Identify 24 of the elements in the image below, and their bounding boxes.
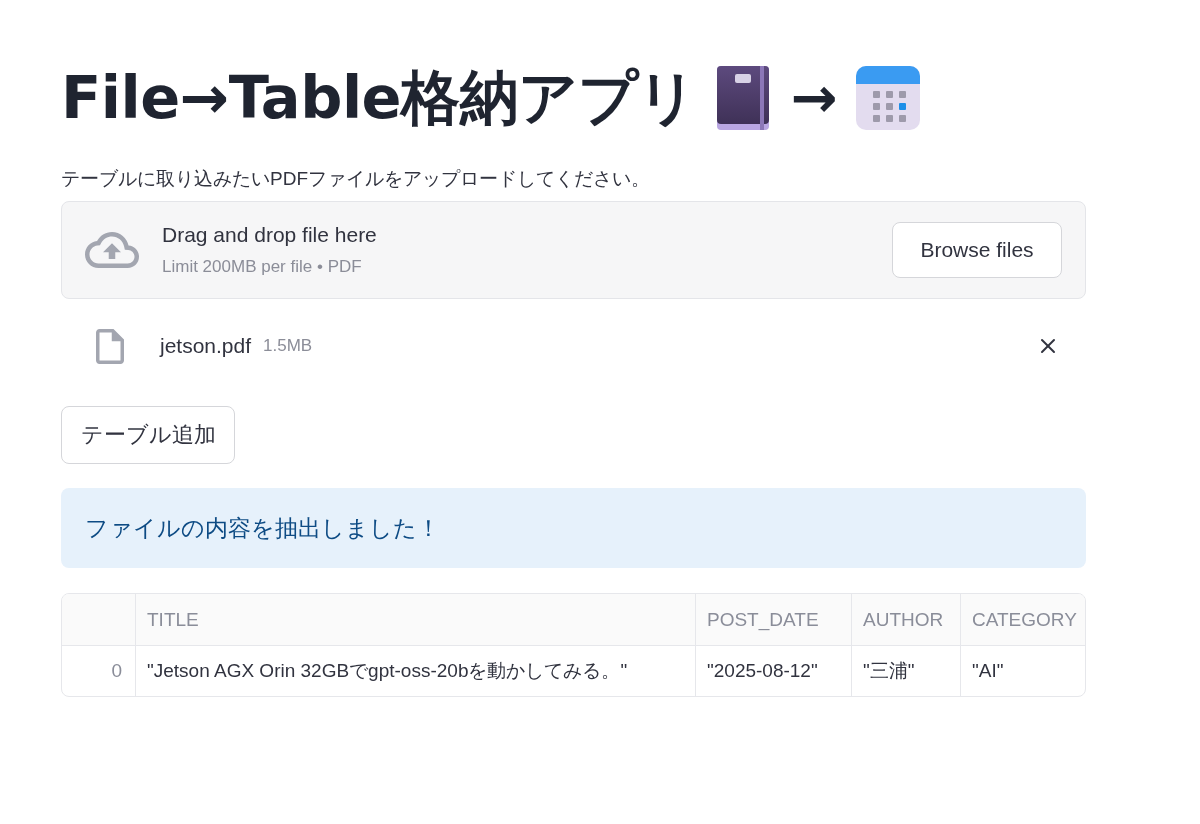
row-index: 0 (62, 646, 136, 696)
browse-files-button[interactable]: Browse files (892, 222, 1062, 278)
table-cell: "Jetson AGX Orin 32GBでgpt-oss-20bを動かしてみる。" (136, 646, 696, 696)
file-dropzone[interactable]: Drag and drop file here Limit 200MB per file • PDF Browse files (61, 201, 1086, 299)
cloud-upload-icon (85, 232, 139, 268)
page-title: File→Table格納アプリ (61, 62, 697, 134)
file-name: jetson.pdf (160, 334, 252, 358)
file-icon (96, 328, 124, 364)
upload-instruction: テーブルに取り込みたいPDFファイルをアップロードしてください。 (61, 167, 651, 191)
info-alert: ファイルの内容を抽出しました！ (61, 488, 1086, 568)
table-cell-text: "AI" (971, 659, 1005, 683)
column-header: TITLE (136, 594, 696, 646)
notebook-icon (716, 66, 769, 130)
calendar-icon (855, 66, 920, 130)
column-header: CATEGORY (961, 594, 1085, 646)
column-header: AUTHOR (852, 594, 961, 646)
title-arrow: → (790, 64, 838, 132)
table-cell: "三浦" (852, 646, 961, 696)
file-size: 1.5MB (263, 336, 313, 356)
column-header: POST_DATE (696, 594, 852, 646)
table-cell: "2025-08-12" (696, 646, 852, 696)
dropzone-limit: Limit 200MB per file • PDF (162, 256, 363, 278)
add-table-button[interactable]: テーブル追加 (61, 406, 235, 464)
dropzone-heading: Drag and drop file here (162, 222, 377, 248)
